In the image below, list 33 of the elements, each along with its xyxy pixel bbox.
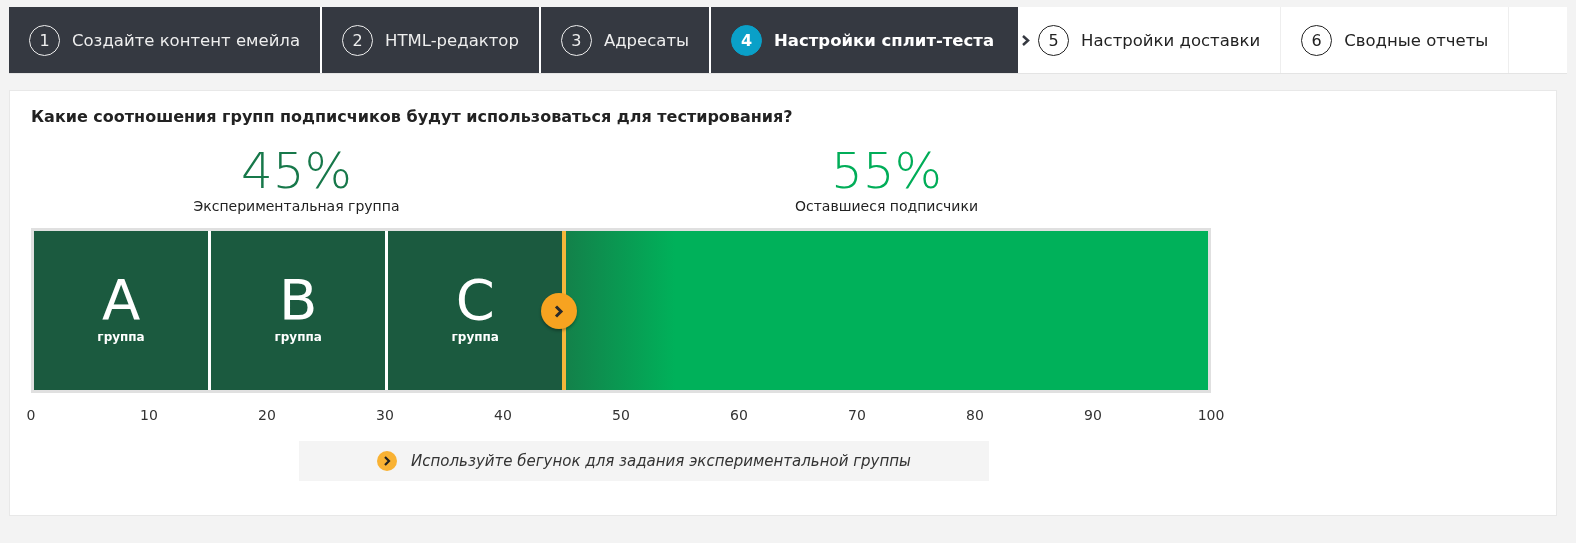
step-tab[interactable]: 2 HTML-редактор [322, 7, 541, 73]
group-label: Экспериментальная группа [193, 198, 400, 214]
split-slider[interactable]: A группа B группа C группа [31, 228, 1211, 393]
axis-tick-label: 20 [258, 407, 276, 423]
axis-tick-label: 90 [1084, 407, 1102, 423]
step-tab[interactable]: 1 Создайте контент емейла [9, 7, 323, 73]
step-tab[interactable]: 5 Настройки доставки [1018, 7, 1282, 73]
group-caption: группа [274, 329, 322, 344]
step-tab[interactable]: 3 Адресаты [540, 7, 712, 73]
axis-tick-label: 10 [140, 407, 158, 423]
axis-tick-label: 100 [1197, 407, 1225, 423]
group-letter: A [101, 269, 141, 330]
percent-value: 45% [240, 144, 353, 198]
group-letter: C [455, 269, 495, 330]
percent-value: 55% [830, 144, 943, 198]
group-label: Оставшиеся подписчики [794, 198, 979, 214]
step-number: 4 [731, 24, 763, 56]
axis-tick-label: 40 [494, 407, 512, 423]
group-caption: группа [451, 329, 499, 344]
chevron-icon [377, 451, 398, 471]
step-tab[interactable]: 6 Сводные отчеты [1281, 7, 1510, 73]
axis-tick-label: 30 [376, 407, 394, 423]
axis-tick-label: 70 [848, 407, 866, 423]
chevron-icon [1022, 35, 1031, 46]
axis-tick-label: 0 [26, 407, 36, 423]
group-caption: группа [97, 329, 145, 344]
axis-tick-label: 80 [966, 407, 984, 423]
question-text: Какие соотношения групп подписчиков будут использоваться для тестирования? [31, 107, 794, 126]
axis-tick-label: 50 [612, 407, 630, 423]
hint-text: Используйте бегунок для задания экспериментальной группы [411, 452, 911, 470]
axis-tick-label: 60 [730, 407, 748, 423]
chevron-icon [554, 304, 565, 318]
group-letter: B [278, 269, 318, 330]
